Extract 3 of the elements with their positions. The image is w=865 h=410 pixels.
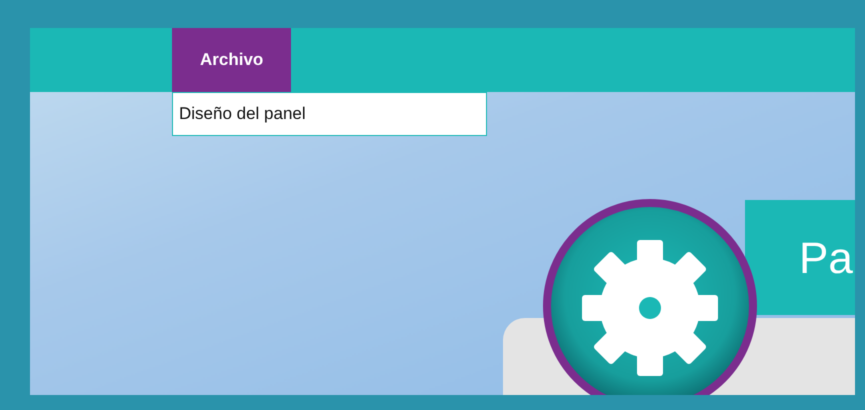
menu-tab[interactable]: Archivo: [172, 28, 292, 92]
gear-icon: [542, 198, 758, 395]
panel-title: Pa: [745, 200, 855, 315]
